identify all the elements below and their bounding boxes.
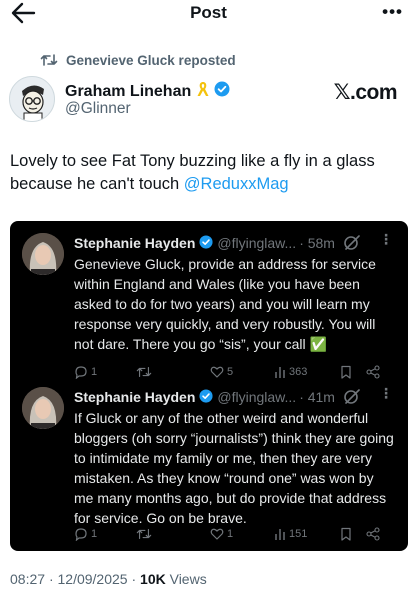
bookmark-icon	[340, 365, 352, 379]
post-meta: 08:27 · 12/09/2025 · 10K Views	[10, 571, 207, 587]
top-bar: Post •••	[0, 0, 417, 30]
like-icon	[210, 366, 224, 378]
page-title: Post	[190, 3, 227, 22]
post-header: Stephanie Hayden @flyinglaw... · 58m ⋮	[74, 231, 400, 253]
grok-icon	[343, 388, 361, 407]
more-icon: ⋮	[379, 231, 394, 247]
views-action: 151	[274, 527, 307, 541]
more-icon[interactable]: •••	[382, 2, 403, 22]
post-text: Genevieve Gluck, provide an address for …	[74, 256, 376, 352]
views-icon	[275, 367, 285, 378]
reply-count: 1	[91, 528, 98, 540]
like-count: 5	[227, 366, 234, 378]
verified-icon	[199, 388, 213, 406]
retweet-action	[136, 365, 155, 379]
retweet-icon	[136, 366, 152, 378]
reply-action: 1	[74, 365, 97, 379]
like-count: 1	[227, 528, 234, 540]
views-icon	[275, 529, 285, 540]
reply-icon	[75, 366, 87, 379]
mention-link[interactable]: @ReduxxMag	[184, 175, 289, 193]
post-author-name: Stephanie Hayden	[74, 389, 196, 405]
post-text: If Gluck or any of the other weird and w…	[74, 410, 394, 526]
tweet-text: Lovely to see Fat Tony buzzing like a fl…	[10, 150, 410, 196]
meta-separator: ·	[48, 571, 54, 587]
share-icon	[366, 365, 380, 379]
views-count: 363	[289, 366, 308, 378]
reply-icon	[75, 528, 87, 541]
meta-separator: ·	[131, 571, 137, 587]
bookmark-icon	[340, 527, 352, 541]
views-count: 151	[289, 528, 308, 540]
post-actions: 1 5 363	[74, 365, 404, 381]
post-handle: @flyinglaw...	[217, 389, 297, 405]
retweet-action	[136, 527, 155, 541]
views-action: 363	[274, 365, 307, 379]
post-author-name: Stephanie Hayden	[74, 235, 196, 251]
avatar[interactable]	[9, 76, 55, 122]
repost-indicator[interactable]: Genevieve Gluck reposted	[40, 51, 236, 69]
embedded-post: Stephanie Hayden @flyinglaw... · 41m ⋮ I…	[10, 385, 408, 547]
grok-icon	[343, 234, 361, 253]
ribbon-icon	[196, 80, 210, 103]
embedded-post: Stephanie Hayden @flyinglaw... · 58m ⋮ G…	[10, 231, 408, 383]
retweet-icon	[136, 528, 152, 540]
repost-icon	[40, 54, 58, 66]
share-icon	[366, 527, 380, 541]
views-count: 10K	[140, 571, 166, 587]
reply-count: 1	[91, 366, 98, 378]
avatar	[22, 387, 64, 429]
more-icon: ⋮	[379, 385, 394, 401]
post-date: 12/09/2025	[57, 571, 128, 587]
post-header: Stephanie Hayden @flyinglaw... · 41m ⋮	[74, 385, 400, 407]
post-actions: 1 1 151	[74, 527, 404, 543]
x-com-watermark: 𝕏.com	[333, 81, 398, 104]
like-action: 5	[210, 365, 233, 379]
author-name: Graham Linehan	[65, 82, 192, 100]
post-time: · 58m	[299, 235, 335, 251]
verified-icon	[199, 234, 213, 252]
views-label: Views	[169, 571, 207, 587]
post-time: 08:27	[10, 571, 46, 587]
post-time: · 41m	[299, 389, 335, 405]
repost-label: Genevieve Gluck reposted	[66, 52, 236, 68]
post-handle: @flyinglaw...	[217, 235, 297, 251]
embedded-image[interactable]: Stephanie Hayden @flyinglaw... · 58m ⋮ G…	[10, 221, 408, 551]
verified-icon	[214, 81, 230, 102]
reply-action: 1	[74, 527, 97, 541]
avatar	[22, 233, 64, 275]
like-icon	[210, 528, 224, 540]
author-handle[interactable]: @Glinner	[65, 100, 131, 118]
like-action: 1	[210, 527, 233, 541]
